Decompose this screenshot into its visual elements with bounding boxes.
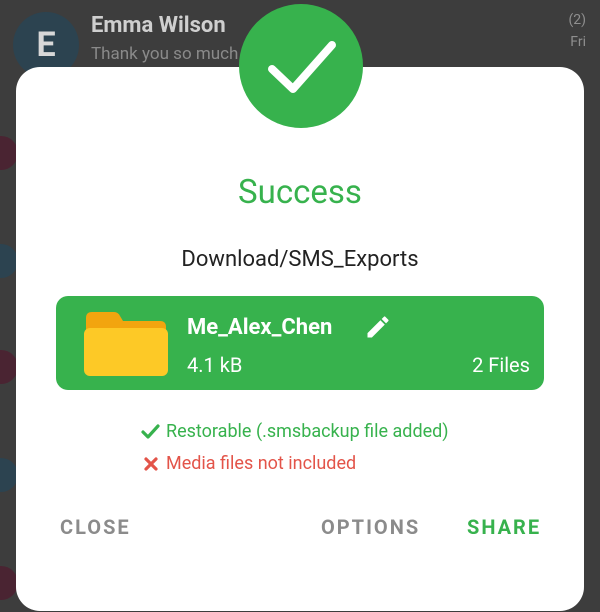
file-count: 2 Files: [472, 353, 530, 377]
media-text: Media files not included: [166, 453, 357, 474]
options-button[interactable]: OPTIONS: [321, 515, 420, 539]
export-path: Download/SMS_Exports: [181, 247, 419, 272]
restorable-status: Restorable (.smsbackup file added): [140, 421, 449, 442]
restorable-text: Restorable (.smsbackup file added): [166, 421, 449, 442]
success-badge: [239, 4, 363, 128]
export-file-card[interactable]: Me_Alex_Chen 4.1 kB 2 Files: [56, 296, 544, 390]
folder-icon: [84, 312, 168, 376]
unread-count: (2): [568, 12, 586, 28]
message-day: Fri: [570, 34, 586, 50]
pencil-icon[interactable]: [364, 313, 392, 341]
message-preview: Thank you so much: [91, 44, 239, 64]
dialog-title: Success: [238, 173, 362, 212]
avatar-letter: E: [36, 25, 56, 65]
check-icon: [268, 41, 336, 93]
file-name: Me_Alex_Chen: [187, 315, 333, 340]
share-button[interactable]: SHARE: [467, 515, 541, 539]
media-status: Media files not included: [140, 453, 356, 474]
close-button[interactable]: CLOSE: [60, 515, 131, 539]
contact-name: Emma Wilson: [91, 13, 226, 38]
file-size: 4.1 kB: [187, 353, 243, 377]
cross-icon: [144, 456, 158, 471]
check-icon: [141, 423, 160, 439]
